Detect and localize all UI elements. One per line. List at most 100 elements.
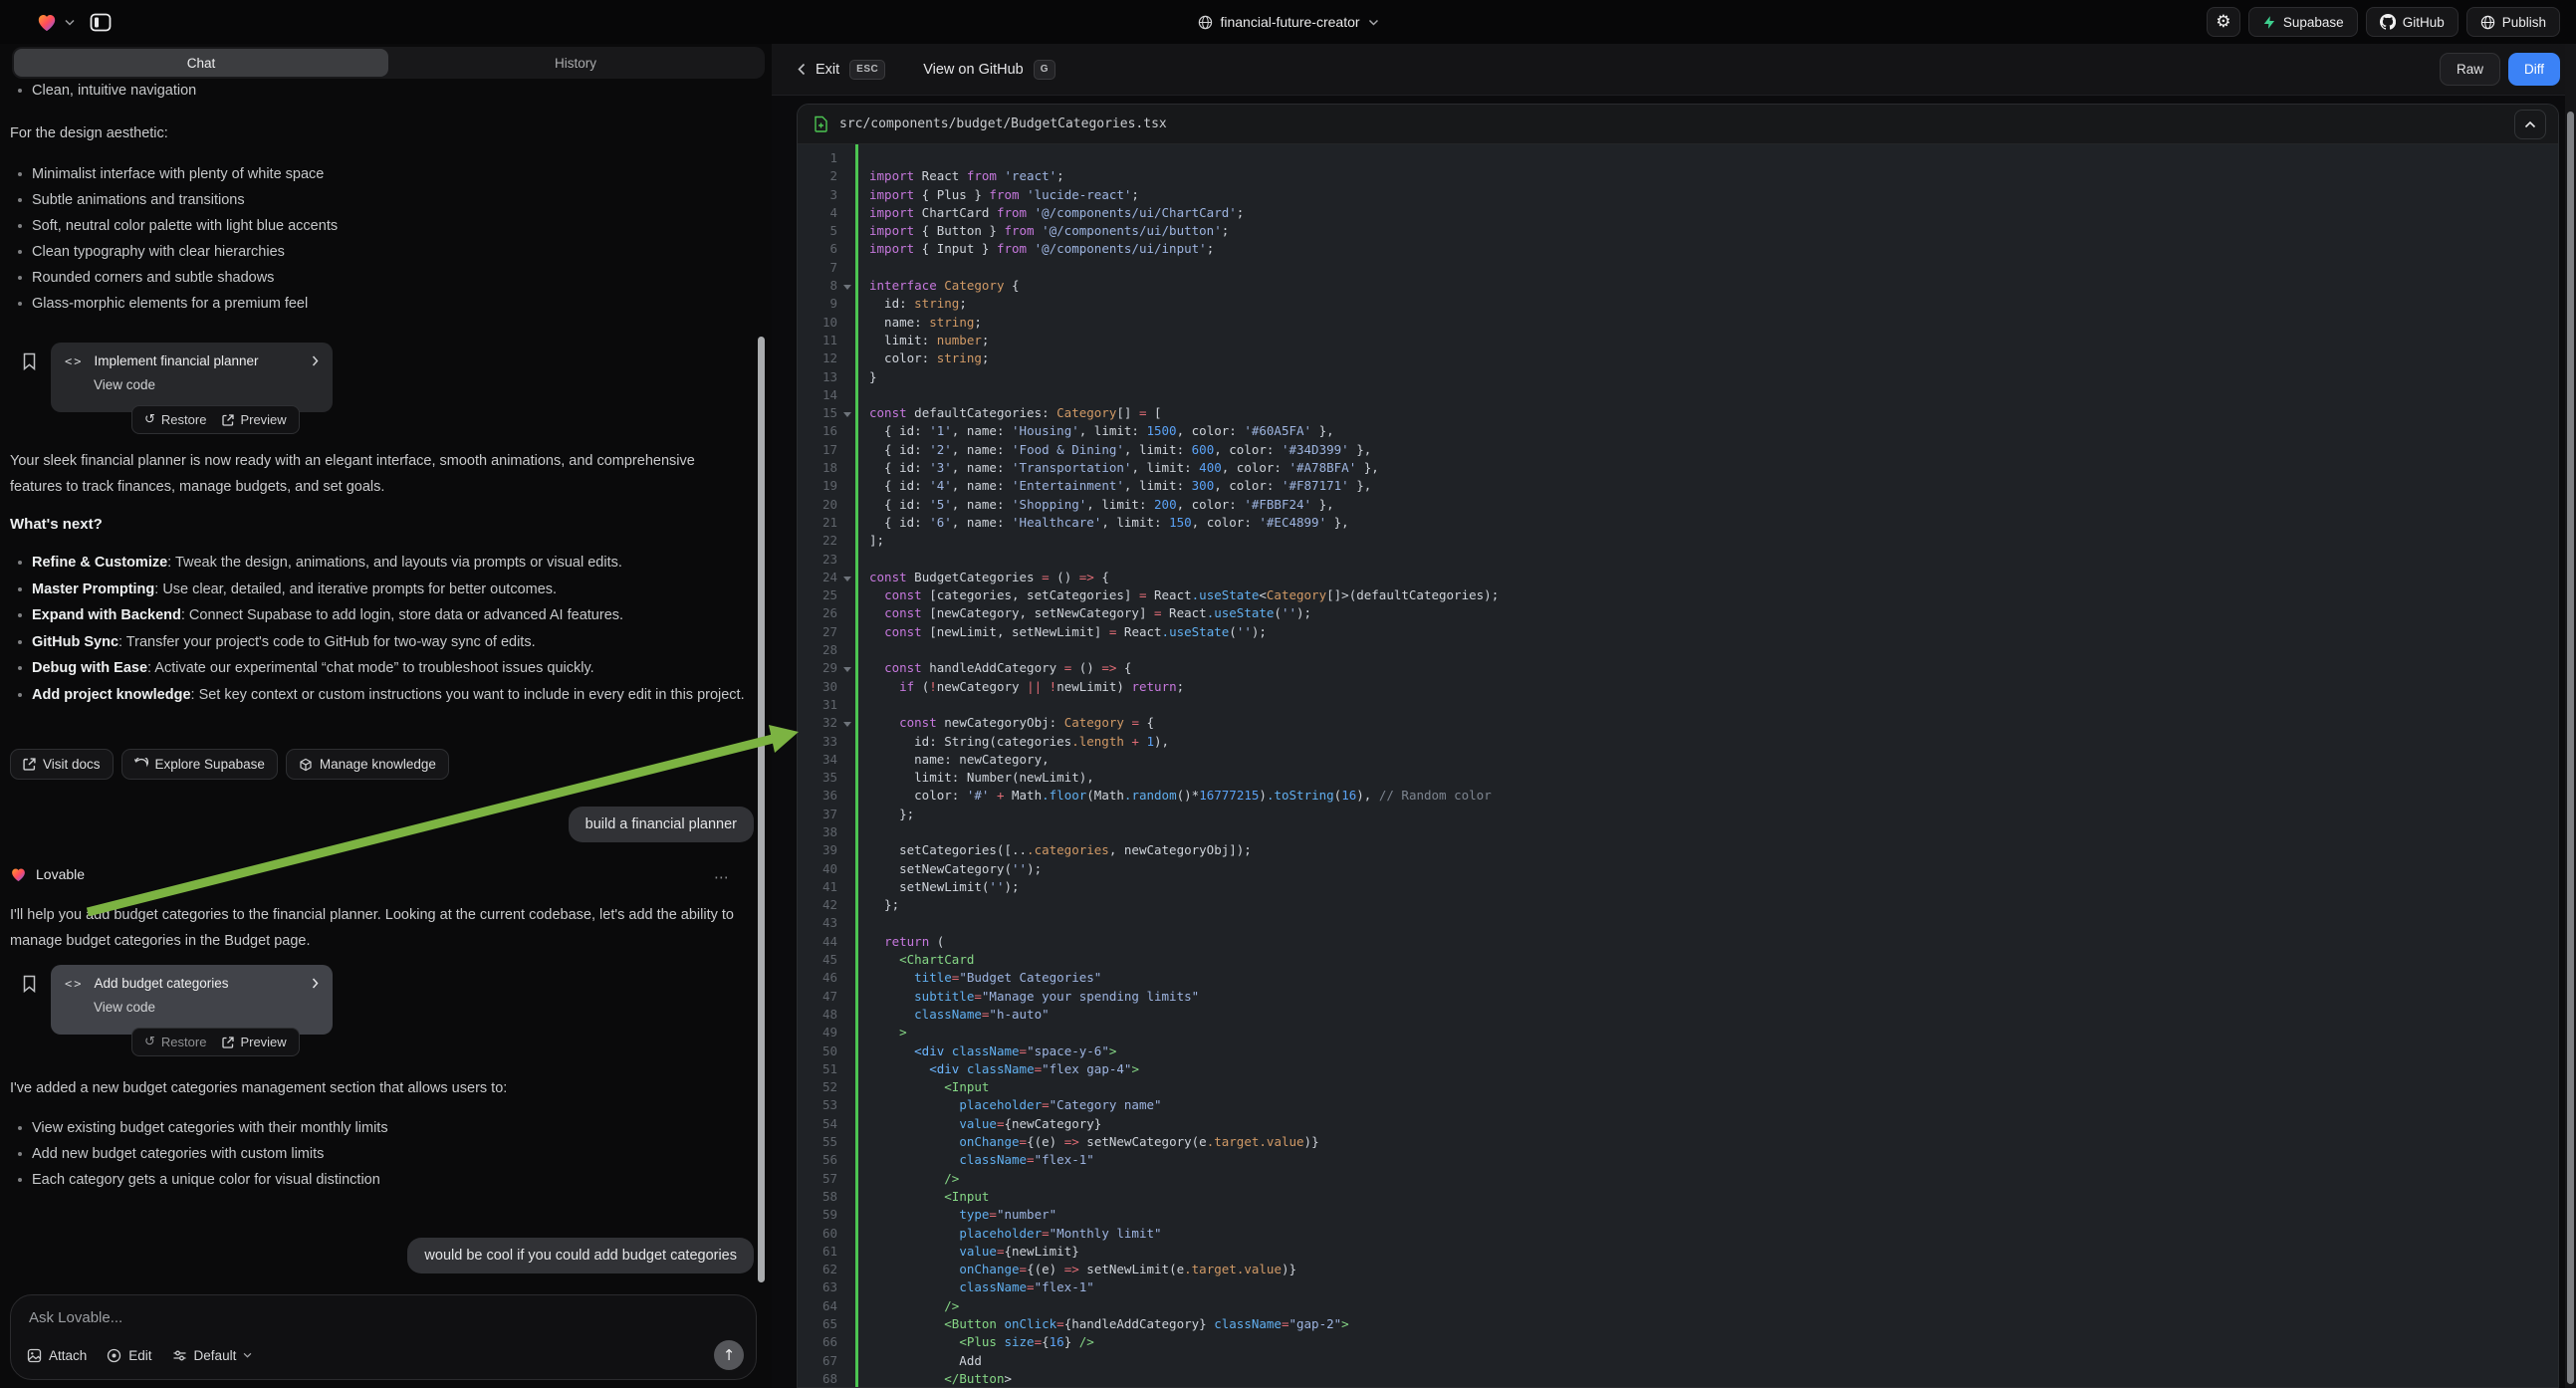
assistant-paragraph: I'll help you add budget categories to t… [10, 902, 747, 954]
preview-button[interactable]: Preview [222, 1035, 286, 1049]
explore-supabase-button[interactable]: Explore Supabase [121, 749, 278, 780]
project-chevron-down-icon [1368, 19, 1379, 26]
attach-button[interactable]: Attach [27, 1348, 87, 1363]
lovable-logo-icon[interactable] [36, 12, 58, 32]
supabase-button[interactable]: Supabase [2248, 7, 2358, 37]
project-globe-icon [1197, 15, 1212, 30]
sidebar-toggle-icon[interactable] [90, 13, 112, 32]
code-line: 2import React from 'react'; [798, 167, 2558, 185]
code-pane-header: Exit ESC View on GitHub G Raw Diff [772, 44, 2576, 96]
package-icon [299, 758, 313, 772]
list-item: Clean, intuitive navigation [10, 78, 752, 104]
code-line: 1 [798, 149, 2558, 167]
window-scrollbar-track [2565, 44, 2576, 1388]
code-line: 51 <div className="flex gap-4"> [798, 1060, 2558, 1078]
design-bullet-list: Minimalist interface with plenty of whit… [10, 161, 752, 317]
bookmark-icon[interactable] [22, 352, 37, 370]
code-line: 31 [798, 696, 2558, 714]
list-item: Soft, neutral color palette with light b… [10, 213, 752, 239]
list-item: Each category gets a unique color for vi… [10, 1167, 752, 1193]
preview-button[interactable]: Preview [222, 412, 286, 427]
code-line: 36 color: '#' + Math.floor(Math.random()… [798, 787, 2558, 805]
chat-bubble-icon [134, 758, 148, 772]
code-line: 11 limit: number; [798, 332, 2558, 349]
github-button[interactable]: GitHub [2366, 7, 2459, 37]
exit-button[interactable]: Exit [798, 62, 839, 78]
code-line: 59 type="number" [798, 1206, 2558, 1224]
chevron-up-icon [2524, 120, 2536, 128]
manage-knowledge-button[interactable]: Manage knowledge [286, 749, 449, 780]
restore-button[interactable]: ↺Restore [144, 1035, 206, 1049]
code-line: 63 className="flex-1" [798, 1278, 2558, 1296]
code-editor[interactable]: 12import React from 'react';3import { Pl… [798, 144, 2558, 1388]
code-line: 20 { id: '5', name: 'Shopping', limit: 2… [798, 496, 2558, 514]
code-line: 21 { id: '6', name: 'Healthcare', limit:… [798, 514, 2558, 532]
chat-composer: Ask Lovable... Attach Edit Default ↑ [10, 1294, 757, 1380]
next-steps-list: Refine & Customize: Tweak the design, an… [10, 550, 755, 709]
whats-next-heading: What's next? [10, 516, 103, 533]
code-line: 43 [798, 914, 2558, 932]
github-icon [2380, 14, 2396, 30]
code-line: 30 if (!newCategory || !newLimit) return… [798, 678, 2558, 696]
tab-chat[interactable]: Chat [14, 49, 388, 77]
list-item: GitHub Sync: Transfer your project's cod… [10, 629, 755, 656]
version-actions-1: ↺Restore Preview [131, 405, 300, 434]
restore-button[interactable]: ↺Restore [144, 412, 206, 427]
list-item: Glass-morphic elements for a premium fee… [10, 291, 752, 317]
list-item: Rounded corners and subtle shadows [10, 265, 752, 291]
code-line: 17 { id: '2', name: 'Food & Dining', lim… [798, 441, 2558, 459]
code-pane: Exit ESC View on GitHub G Raw Diff src/c… [772, 44, 2576, 1388]
message-options-icon[interactable]: ⋯ [714, 868, 730, 886]
code-line: 37 }; [798, 806, 2558, 823]
list-item: Master Prompting: Use clear, detailed, a… [10, 577, 755, 603]
list-item: View existing budget categories with the… [10, 1115, 752, 1141]
settings-button[interactable]: ⚙ [2207, 7, 2240, 37]
app-window: financial-future-creator ⚙ Supabase GitH… [0, 0, 2576, 1388]
view-code-link[interactable]: View code [94, 377, 319, 392]
feature-bullet-list: View existing budget categories with the… [10, 1115, 752, 1193]
code-line: 9 id: string; [798, 295, 2558, 313]
logo-chevron-down-icon[interactable] [65, 19, 75, 26]
raw-button[interactable]: Raw [2440, 53, 2500, 86]
list-item: Minimalist interface with plenty of whit… [10, 161, 752, 187]
send-button[interactable]: ↑ [714, 1340, 744, 1370]
version-card-implement-financial-planner[interactable]: <> Implement financial planner View code [51, 343, 333, 412]
chat-input[interactable]: Ask Lovable... [29, 1309, 738, 1326]
code-line: 13} [798, 368, 2558, 386]
code-line: 41 setNewLimit(''); [798, 878, 2558, 896]
publish-button[interactable]: Publish [2466, 7, 2560, 37]
code-line: 35 limit: Number(newLimit), [798, 769, 2558, 787]
external-link-icon [23, 758, 36, 771]
file-added-icon [814, 116, 828, 132]
external-link-icon [222, 414, 234, 426]
version-card-add-budget-categories[interactable]: <> Add budget categories View code [51, 965, 333, 1035]
project-switcher[interactable]: financial-future-creator [1197, 14, 1378, 30]
code-icon: <> [65, 354, 83, 368]
code-line: 7 [798, 259, 2558, 277]
edit-button[interactable]: Edit [107, 1348, 151, 1363]
chevron-right-icon [312, 978, 319, 989]
target-icon [107, 1348, 121, 1363]
version-card-2-wrap: <> Add budget categories View code ↺Rest… [0, 965, 752, 1064]
code-line: 3import { Plus } from 'lucide-react'; [798, 186, 2558, 204]
code-line: 8interface Category { [798, 277, 2558, 295]
assistant-paragraph: Your sleek financial planner is now read… [10, 448, 747, 500]
code-line: 22]; [798, 532, 2558, 550]
view-code-link[interactable]: View code [94, 1000, 319, 1015]
code-icon: <> [65, 977, 83, 991]
file-card: src/components/budget/BudgetCategories.t… [797, 104, 2559, 1388]
visit-docs-button[interactable]: Visit docs [10, 749, 114, 780]
tab-history[interactable]: History [388, 49, 763, 77]
view-on-github-button[interactable]: View on GitHub [923, 62, 1023, 78]
diff-button[interactable]: Diff [2508, 53, 2560, 86]
chat-scrollbar[interactable] [758, 337, 765, 1282]
collapse-file-button[interactable] [2514, 110, 2546, 139]
model-selector[interactable]: Default [172, 1348, 253, 1363]
code-line: 27 const [newLimit, setNewLimit] = React… [798, 623, 2558, 641]
bookmark-icon[interactable] [22, 975, 37, 993]
supabase-icon [2262, 15, 2276, 30]
design-heading: For the design aesthetic: [10, 120, 168, 146]
window-scrollbar[interactable] [2567, 112, 2574, 1384]
code-line: 23 [798, 551, 2558, 569]
code-line: 67 Add [798, 1352, 2558, 1370]
